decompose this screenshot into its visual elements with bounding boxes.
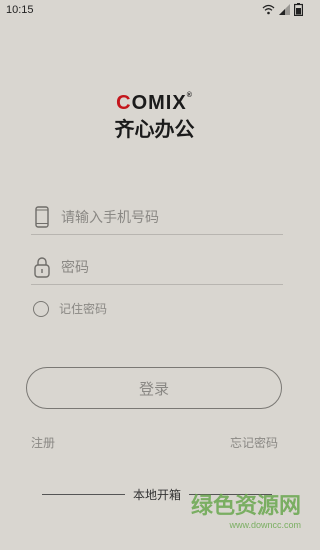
remember-label: 记住密码 (59, 302, 108, 316)
remember-checkbox[interactable] (33, 300, 49, 317)
signal-icon (279, 4, 290, 15)
watermark-url: www.downcc.com (229, 520, 301, 530)
login-button-label: 登录 (138, 379, 169, 398)
password-field[interactable]: 密码 (31, 250, 283, 285)
phone-icon (31, 206, 53, 228)
status-time: 10:15 (6, 4, 34, 16)
status-bar: 10:15 (0, 0, 309, 20)
battery-icon (294, 3, 303, 16)
watermark-title: 绿色资源网 (190, 494, 301, 519)
login-button[interactable]: 登录 (26, 367, 282, 409)
lock-icon (31, 256, 53, 278)
wifi-icon (262, 4, 275, 15)
forgot-password-link[interactable]: 忘记密码 (230, 434, 278, 451)
brand-chinese-name: 齐心办公 (114, 117, 195, 141)
phone-input[interactable]: 请输入手机号码 (61, 207, 159, 227)
password-input[interactable]: 密码 (61, 257, 89, 277)
remember-password[interactable]: 记住密码 (33, 300, 107, 317)
brand-wordmark: COMIX® (116, 92, 193, 114)
phone-field[interactable]: 请输入手机号码 (31, 200, 283, 235)
status-icons (262, 3, 303, 16)
local-box-label[interactable]: 本地开箱 (125, 486, 189, 503)
register-link[interactable]: 注册 (31, 434, 55, 451)
watermark: 绿色资源网 www.downcc.com (191, 488, 301, 530)
divider-left (42, 494, 125, 495)
comix-logo: COMIX® 齐心办公 (0, 92, 309, 142)
